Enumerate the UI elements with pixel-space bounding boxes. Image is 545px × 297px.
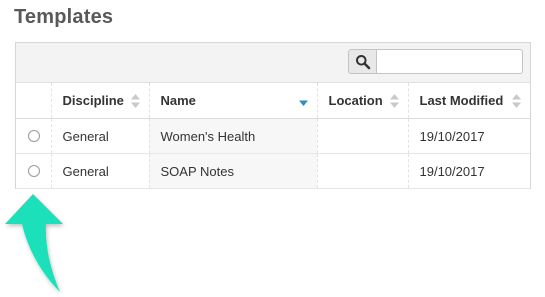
- location-cell: [316, 153, 408, 189]
- column-header-label: Last Modified: [419, 93, 504, 108]
- search-input[interactable]: [377, 49, 523, 74]
- select-cell: [16, 153, 51, 189]
- row-select-radio[interactable]: [28, 130, 40, 142]
- column-header-discipline[interactable]: Discipline: [50, 83, 149, 119]
- location-cell: [316, 118, 408, 154]
- column-header-last-modified[interactable]: Last Modified: [407, 83, 530, 119]
- column-header-label: Name: [160, 93, 196, 108]
- last-modified-cell: 19/10/2017: [407, 118, 530, 154]
- templates-panel: Discipline Name Location Last Modified G…: [15, 42, 531, 189]
- table-header-row: Discipline Name Location Last Modified: [16, 83, 530, 119]
- sort-both-icon: [512, 94, 521, 108]
- column-header-name[interactable]: Name: [148, 83, 317, 119]
- select-column-header: [16, 83, 51, 119]
- table-toolbar: [16, 43, 530, 83]
- select-cell: [16, 118, 51, 154]
- discipline-cell: General: [50, 118, 149, 154]
- column-header-label: Discipline: [62, 93, 124, 108]
- table-row[interactable]: General Women's Health 19/10/2017: [16, 118, 530, 154]
- search-button[interactable]: [348, 49, 377, 74]
- name-cell: Women's Health: [148, 118, 317, 154]
- page-title: Templates: [14, 6, 114, 28]
- last-modified-cell: 19/10/2017: [407, 153, 530, 189]
- annotation-arrow-icon: [5, 194, 63, 292]
- table-row[interactable]: General SOAP Notes 19/10/2017: [16, 153, 530, 189]
- sort-both-icon: [389, 94, 399, 108]
- discipline-cell: General: [50, 153, 149, 189]
- name-cell: SOAP Notes: [148, 153, 317, 189]
- column-header-label: Location: [328, 93, 383, 108]
- search-icon: [355, 54, 370, 69]
- templates-table: Discipline Name Location Last Modified G…: [16, 83, 530, 189]
- column-header-location[interactable]: Location: [316, 83, 408, 119]
- sort-both-icon: [130, 94, 140, 108]
- sort-descending-icon: [298, 100, 308, 106]
- row-select-radio[interactable]: [28, 165, 40, 177]
